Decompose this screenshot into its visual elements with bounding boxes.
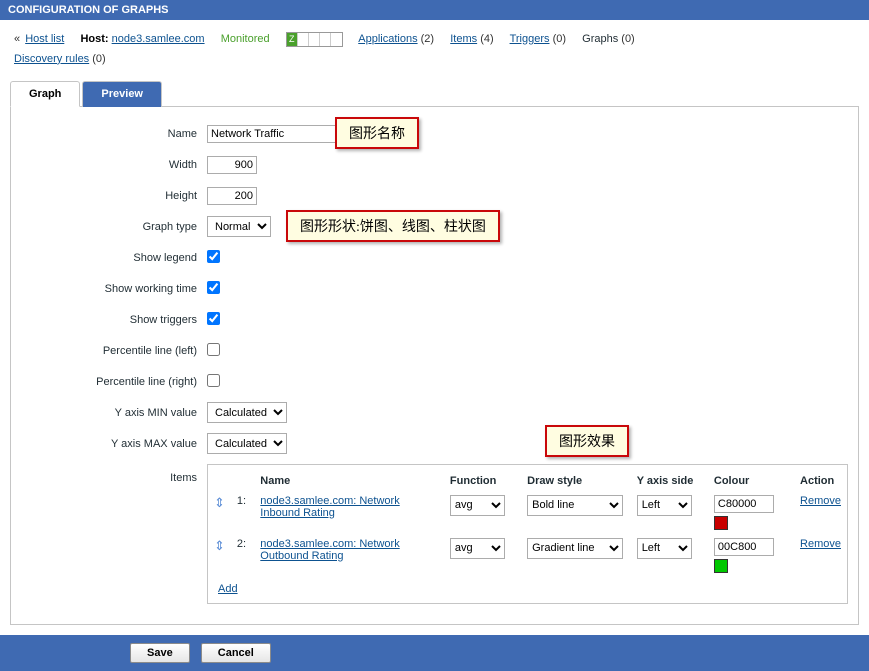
page-title-bar: CONFIGURATION OF GRAPHS — [0, 0, 869, 20]
graphs-count: (0) — [621, 33, 634, 45]
colour-swatch[interactable] — [714, 516, 728, 530]
remove-link[interactable]: Remove — [800, 495, 841, 507]
pctl-left-checkbox[interactable] — [207, 343, 220, 356]
graphtype-select[interactable]: Normal — [207, 216, 271, 237]
table-row: ⇕ 2:node3.samlee.com: Network Outbound Ra… — [208, 534, 847, 577]
item-name-link[interactable]: node3.samlee.com: Network Inbound Rating — [260, 495, 399, 519]
host-list-link[interactable]: Host list — [25, 33, 64, 45]
yaxis-select[interactable]: Left — [637, 495, 692, 516]
items-link[interactable]: Items — [450, 33, 477, 45]
drawstyle-select[interactable]: Bold line — [527, 495, 623, 516]
items-label: Items — [21, 464, 207, 484]
showtriggers-label: Show triggers — [21, 314, 207, 326]
width-label: Width — [21, 159, 207, 171]
working-label: Show working time — [21, 283, 207, 295]
items-table: Name Function Draw style Y axis side Col… — [208, 471, 847, 577]
ymax-select[interactable]: Calculated — [207, 433, 287, 454]
legend-label: Show legend — [21, 252, 207, 264]
colour-input[interactable] — [714, 495, 774, 513]
yaxis-select[interactable]: Left — [637, 538, 692, 559]
pctl-right-label: Percentile line (right) — [21, 376, 207, 388]
triggers-link[interactable]: Triggers — [510, 33, 550, 45]
item-name-link[interactable]: node3.samlee.com: Network Outbound Ratin… — [260, 538, 399, 562]
triggers-count: (0) — [553, 33, 566, 45]
row-index: 2: — [231, 534, 254, 577]
graphtype-label: Graph type — [21, 221, 207, 233]
graphs-label: Graphs — [582, 33, 618, 45]
breadcrumb: « Host list Host: node3.samlee.com Monit… — [0, 20, 869, 80]
name-label: Name — [21, 128, 207, 140]
height-input[interactable] — [207, 187, 257, 205]
drag-icon[interactable]: ⇕ — [214, 538, 225, 553]
z-icon: Z — [287, 33, 298, 46]
form-panel: Name 图形名称 Width Height Graph type Normal… — [10, 107, 859, 625]
table-row: ⇕ 1:node3.samlee.com: Network Inbound Rat… — [208, 491, 847, 534]
applications-count: (2) — [421, 33, 434, 45]
add-item-link[interactable]: Add — [218, 583, 238, 595]
function-select[interactable]: avg — [450, 538, 505, 559]
working-checkbox[interactable] — [207, 281, 220, 294]
annotation-type: 图形形状:饼图、线图、柱状图 — [286, 210, 500, 242]
function-select[interactable]: avg — [450, 495, 505, 516]
showtriggers-checkbox[interactable] — [207, 312, 220, 325]
host-name-link[interactable]: node3.samlee.com — [112, 33, 205, 45]
ymin-label: Y axis MIN value — [21, 407, 207, 419]
drawstyle-select[interactable]: Gradient line — [527, 538, 623, 559]
pctl-left-label: Percentile line (left) — [21, 345, 207, 357]
drag-icon[interactable]: ⇕ — [214, 495, 225, 510]
page-title: CONFIGURATION OF GRAPHS — [8, 4, 169, 16]
items-count: (4) — [480, 33, 493, 45]
discovery-link[interactable]: Discovery rules — [14, 53, 89, 65]
tabs: Graph Preview — [10, 80, 859, 107]
width-input[interactable] — [207, 156, 257, 174]
height-label: Height — [21, 190, 207, 202]
ymin-select[interactable]: Calculated — [207, 402, 287, 423]
availability-indicator: Z — [286, 32, 343, 47]
annotation-effect: 图形效果 — [545, 425, 629, 457]
save-button[interactable]: Save — [130, 643, 190, 663]
colour-swatch[interactable] — [714, 559, 728, 573]
th-action: Action — [794, 471, 847, 491]
discovery-count: (0) — [92, 53, 105, 65]
monitored-status: Monitored — [221, 33, 270, 45]
applications-link[interactable]: Applications — [358, 33, 417, 45]
colour-input[interactable] — [714, 538, 774, 556]
host-label: Host: — [80, 33, 108, 45]
pctl-right-checkbox[interactable] — [207, 374, 220, 387]
th-drawstyle: Draw style — [521, 471, 631, 491]
row-index: 1: — [231, 491, 254, 534]
items-content: Name Function Draw style Y axis side Col… — [207, 464, 848, 604]
th-colour: Colour — [708, 471, 794, 491]
chevron-left-icon: « — [14, 33, 20, 45]
th-yaxis: Y axis side — [631, 471, 708, 491]
annotation-name: 图形名称 — [335, 117, 419, 149]
tab-preview[interactable]: Preview — [82, 81, 162, 107]
ymax-label: Y axis MAX value — [21, 438, 207, 450]
remove-link[interactable]: Remove — [800, 538, 841, 550]
th-name: Name — [254, 471, 444, 491]
th-function: Function — [444, 471, 521, 491]
cancel-button[interactable]: Cancel — [201, 643, 271, 663]
tab-graph[interactable]: Graph — [10, 81, 80, 107]
legend-checkbox[interactable] — [207, 250, 220, 263]
